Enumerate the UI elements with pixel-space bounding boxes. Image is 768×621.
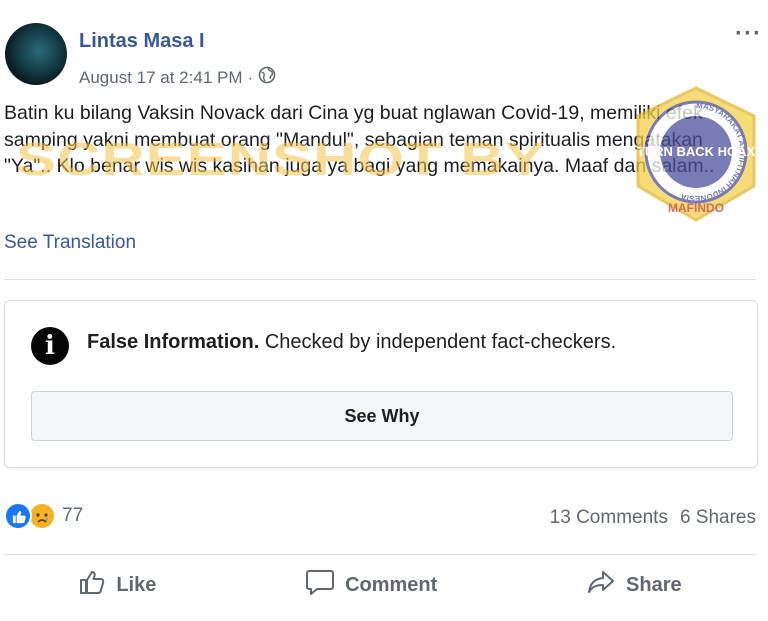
share-label: Share xyxy=(626,573,682,596)
fact-check-title: False Information. xyxy=(87,331,260,353)
shares-count-link[interactable]: 6 Shares xyxy=(680,507,756,529)
comment-button[interactable]: Comment xyxy=(305,568,437,602)
comment-label: Comment xyxy=(345,573,438,596)
like-reaction-icon xyxy=(4,502,32,530)
info-icon: i xyxy=(31,327,69,365)
see-why-button[interactable]: See Why xyxy=(31,391,733,441)
sad-reaction-icon xyxy=(28,502,56,530)
more-options-button[interactable]: ··· xyxy=(735,20,762,48)
thumbs-up-icon xyxy=(78,569,106,601)
fact-check-text: False Information. Checked by independen… xyxy=(87,331,616,354)
like-label: Like xyxy=(116,573,157,596)
fact-check-description: Checked by independent fact-checkers. xyxy=(264,331,617,353)
post-actions: Like Comment Share xyxy=(4,560,756,610)
divider xyxy=(4,279,756,280)
badge-bottom-text: MAFINDO xyxy=(668,201,724,215)
author-name[interactable]: Lintas Masa I xyxy=(79,30,205,53)
reactions-summary[interactable]: 77 xyxy=(4,502,83,530)
reaction-count: 77 xyxy=(62,505,84,526)
like-button[interactable]: Like xyxy=(78,569,156,601)
see-translation-link[interactable]: See Translation xyxy=(4,232,136,254)
fact-check-card: i False Information. Checked by independ… xyxy=(4,300,758,468)
avatar[interactable] xyxy=(5,23,67,85)
meta-separator: · xyxy=(247,67,254,87)
post-meta: August 17 at 2:41 PM · xyxy=(79,66,276,89)
share-button[interactable]: Share xyxy=(586,569,682,601)
globe-icon xyxy=(258,66,276,89)
post-timestamp[interactable]: August 17 at 2:41 PM xyxy=(79,68,243,88)
comments-count-link[interactable]: 13 Comments xyxy=(550,507,668,529)
post-text: Batin ku bilang Vaksin Novack dari Cina … xyxy=(4,102,715,177)
engagement-counts: 13 Comments 6 Shares xyxy=(550,507,756,529)
comment-icon xyxy=(305,568,335,602)
share-icon xyxy=(586,569,616,601)
divider xyxy=(4,554,756,555)
